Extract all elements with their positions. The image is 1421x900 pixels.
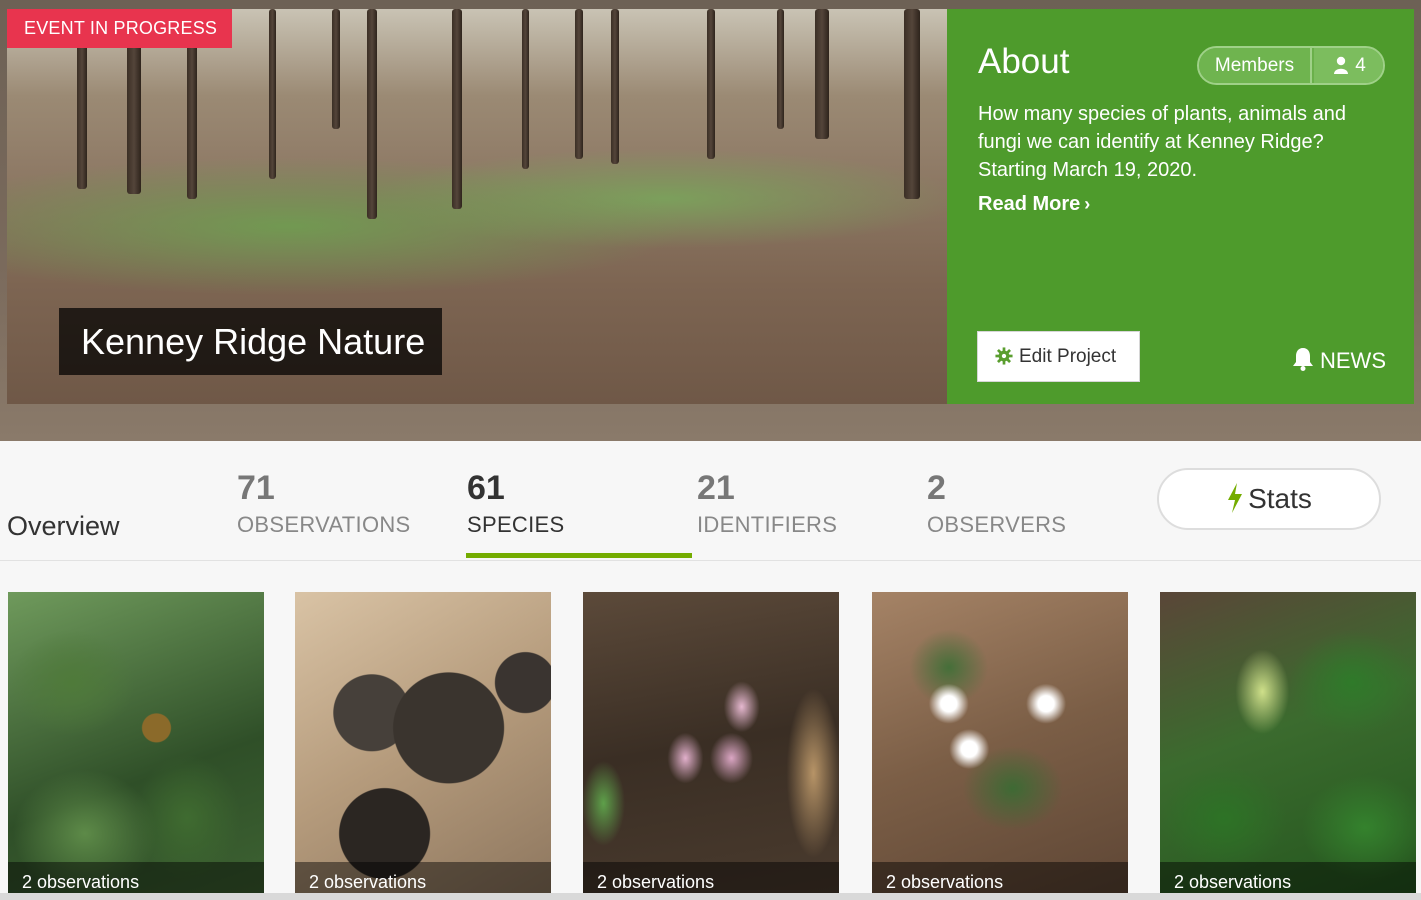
members-button[interactable]: Members 4 (1197, 46, 1385, 85)
gear-icon (995, 347, 1013, 365)
species-card[interactable]: 2 observations (583, 592, 839, 894)
window-bottom-edge (0, 893, 1421, 900)
species-photo (295, 592, 551, 894)
tab-observations[interactable]: 71 OBSERVATIONS (237, 468, 411, 538)
species-card[interactable]: 2 observations (295, 592, 551, 894)
project-stats-bar: Overview 71 OBSERVATIONS 61 SPECIES 21 I… (0, 441, 1421, 561)
read-more-label: Read More (978, 193, 1081, 215)
species-label: SPECIES (467, 512, 565, 537)
project-title: Kenney Ridge Nature (59, 308, 442, 375)
tab-observers[interactable]: 2 OBSERVERS (927, 468, 1066, 538)
species-observation-count: 2 observations (872, 862, 1128, 894)
members-count-value: 4 (1355, 55, 1366, 76)
species-card[interactable]: 2 observations (1160, 592, 1416, 894)
species-photo (1160, 592, 1416, 894)
edit-project-label: Edit Project (1019, 346, 1117, 367)
event-in-progress-badge: EVENT IN PROGRESS (7, 9, 232, 48)
species-observation-count: 2 observations (295, 862, 551, 894)
species-card[interactable]: 2 observations (8, 592, 264, 894)
species-observation-count: 2 observations (8, 862, 264, 894)
species-observation-count: 2 observations (583, 862, 839, 894)
observers-label: OBSERVERS (927, 512, 1067, 537)
about-description: How many species of plants, animals and … (978, 103, 1346, 181)
species-card[interactable]: 2 observations (872, 592, 1128, 894)
species-count: 61 (467, 469, 505, 507)
observations-label: OBSERVATIONS (237, 512, 411, 537)
read-more-link[interactable]: Read More › (978, 193, 1090, 216)
species-photo (872, 592, 1128, 894)
lightning-icon (1228, 483, 1243, 513)
species-photo (8, 592, 264, 894)
observers-count: 2 (927, 469, 946, 507)
members-count: 4 (1314, 48, 1383, 83)
about-panel: About Members 4 How many species of plan… (947, 9, 1414, 404)
about-heading: About (978, 42, 1070, 81)
identifiers-count: 21 (697, 469, 735, 507)
project-header: EVENT IN PROGRESS Kenney Ridge Nature Ab… (0, 0, 1421, 441)
tab-identifiers[interactable]: 21 IDENTIFIERS (697, 468, 837, 538)
news-label: NEWS (1320, 348, 1386, 373)
stats-button-label: Stats (1248, 483, 1312, 514)
tab-overview[interactable]: Overview (7, 511, 120, 542)
species-photo (583, 592, 839, 894)
species-grid: 2 observations 2 observations 2 observat… (0, 561, 1421, 900)
tab-species[interactable]: 61 SPECIES (467, 468, 564, 538)
observations-count: 71 (237, 469, 275, 507)
active-tab-indicator (466, 553, 692, 558)
members-label: Members (1199, 48, 1312, 83)
bell-icon (1293, 348, 1313, 371)
user-icon (1334, 56, 1349, 74)
stats-button[interactable]: Stats (1157, 468, 1381, 530)
identifiers-label: IDENTIFIERS (697, 512, 838, 537)
chevron-right-icon: › (1084, 194, 1091, 214)
edit-project-button[interactable]: Edit Project (977, 331, 1140, 382)
news-link[interactable]: NEWS (1292, 347, 1386, 374)
species-observation-count: 2 observations (1160, 862, 1416, 894)
